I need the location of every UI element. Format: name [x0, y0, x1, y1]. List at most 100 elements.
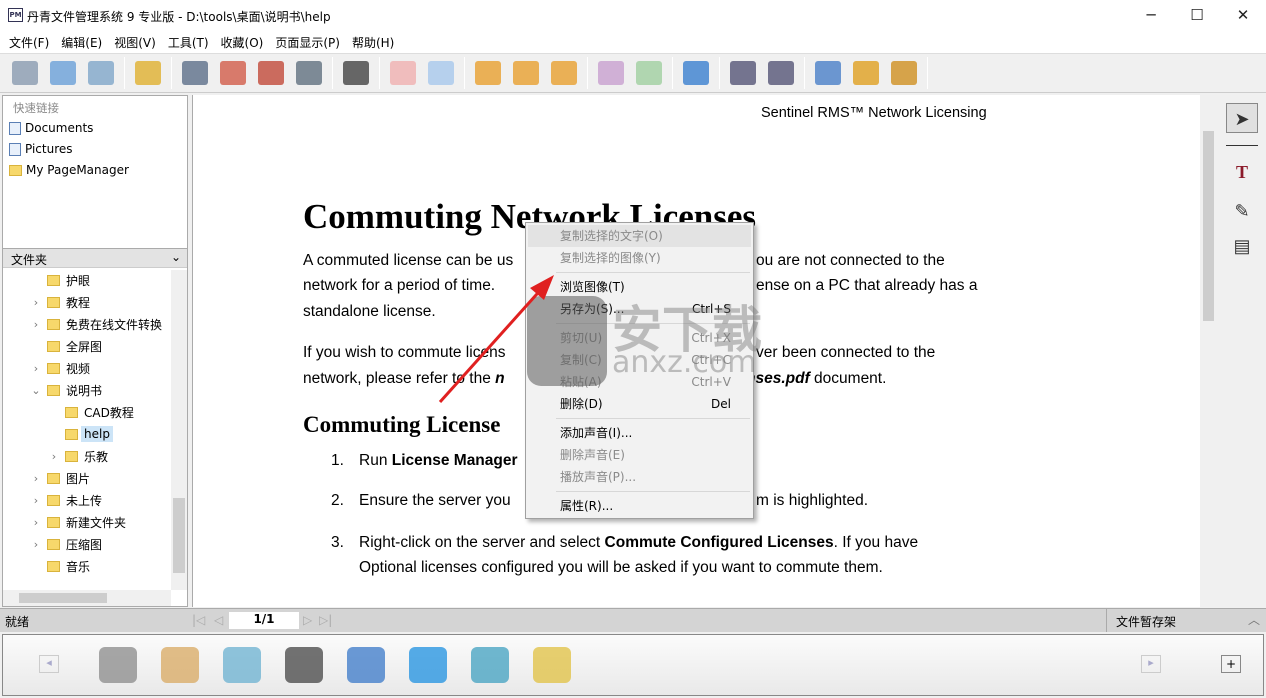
list-view-button[interactable]: [547, 56, 581, 90]
folder-tree-item[interactable]: › 视频: [29, 357, 93, 379]
menu-item[interactable]: 视图(V): [108, 32, 162, 53]
folder-tree-item[interactable]: ⌄ 说明书: [29, 379, 105, 401]
menu-item[interactable]: 帮助(H): [346, 32, 400, 53]
last-page-button[interactable]: ▷|: [319, 613, 332, 627]
binoculars-button[interactable]: [339, 56, 373, 90]
next-page-button[interactable]: ▷: [303, 613, 312, 627]
export-pdf-button[interactable]: [216, 56, 250, 90]
context-menu-item[interactable]: 删除声音(E): [528, 444, 751, 466]
chevron-down-icon[interactable]: ⌄: [29, 384, 43, 397]
chevron-up-icon[interactable]: ︿: [1248, 611, 1260, 628]
quick-link[interactable]: Documents: [9, 118, 93, 138]
document-vertical-scrollbar[interactable]: [1200, 95, 1217, 607]
folder-tree-item[interactable]: › 压缩图: [29, 533, 105, 555]
menu-item[interactable]: 页面显示(P): [269, 32, 346, 53]
page-number-field[interactable]: 1/1: [229, 612, 299, 629]
pointer-icon[interactable]: ➤: [1226, 103, 1258, 133]
prev-page-button[interactable]: ◁: [214, 613, 223, 627]
folder-tree-item[interactable]: CAD教程: [47, 401, 137, 423]
move-left-button[interactable]: [386, 56, 420, 90]
close-button[interactable]: ✕: [1220, 0, 1266, 32]
wordpad-icon[interactable]: [347, 647, 385, 683]
dock-scroll-right-button[interactable]: ▸: [1141, 655, 1161, 673]
context-menu-item[interactable]: 播放声音(P)...: [528, 466, 751, 488]
folder-tree-item[interactable]: › 教程: [29, 291, 93, 313]
folder-icon: [47, 538, 60, 550]
folder-icon: [65, 406, 78, 418]
save-button[interactable]: [178, 56, 212, 90]
stamp-icon[interactable]: ▤: [1226, 231, 1258, 261]
folder-tree-item[interactable]: 护眼: [29, 269, 93, 291]
folder-tree-item[interactable]: 音乐: [29, 555, 93, 577]
network-icon: [853, 61, 879, 85]
network-button[interactable]: [849, 56, 883, 90]
chevron-right-icon[interactable]: ›: [29, 362, 43, 375]
menu-item[interactable]: 收藏(O): [215, 32, 270, 53]
chevron-down-icon[interactable]: ⌄: [171, 250, 181, 264]
chevron-right-icon[interactable]: ›: [29, 494, 43, 507]
satellite-button[interactable]: [887, 56, 921, 90]
context-menu-item[interactable]: 属性(R)...: [528, 495, 751, 517]
folder-tree-item[interactable]: help: [47, 423, 113, 445]
paint-palette-icon[interactable]: [161, 647, 199, 683]
doc-heading-2: Commuting License: [303, 412, 501, 437]
convert-button[interactable]: [292, 56, 326, 90]
photo-editor-icon[interactable]: [533, 647, 571, 683]
folder-tree-item[interactable]: 全屏图: [29, 335, 105, 357]
notepad-icon[interactable]: [223, 647, 261, 683]
import-button[interactable]: [46, 56, 80, 90]
chevron-right-icon[interactable]: ›: [29, 318, 43, 331]
chevron-right-icon[interactable]: ›: [47, 450, 61, 463]
settings-button[interactable]: [811, 56, 845, 90]
export-xps-button[interactable]: [254, 56, 288, 90]
remote-desktop-icon[interactable]: [471, 647, 509, 683]
dock-scroll-left-button[interactable]: ◂: [39, 655, 59, 673]
first-page-button[interactable]: |◁: [192, 613, 205, 627]
folder-tree-item[interactable]: › 新建文件夹: [29, 511, 129, 533]
dock-add-button[interactable]: +: [1221, 655, 1241, 673]
browser-button[interactable]: [679, 56, 713, 90]
folder-horizontal-scrollbar[interactable]: [3, 590, 171, 606]
printer-icon[interactable]: [285, 647, 323, 683]
scrollbar-thumb[interactable]: [173, 498, 185, 573]
chevron-right-icon[interactable]: ›: [29, 296, 43, 309]
menu-item[interactable]: 编辑(E): [55, 32, 108, 53]
menu-item[interactable]: 文件(F): [3, 32, 55, 53]
folder-vertical-scrollbar[interactable]: [171, 270, 187, 590]
folder-label: CAD教程: [84, 405, 134, 420]
folder-tree-item[interactable]: › 免费在线文件转换: [29, 313, 165, 335]
folder-tree-item[interactable]: › 乐教: [47, 445, 111, 467]
internet-explorer-icon[interactable]: [409, 647, 447, 683]
context-menu-item[interactable]: 删除(D) Del: [528, 393, 751, 415]
folder-tree-item[interactable]: › 图片: [29, 467, 93, 489]
zoom-out-button[interactable]: [726, 56, 760, 90]
window-view-button[interactable]: [594, 56, 628, 90]
text-tool-icon[interactable]: T: [1226, 157, 1258, 187]
minimize-button[interactable]: ─: [1128, 0, 1174, 32]
context-menu-item[interactable]: 添加声音(I)...: [528, 422, 751, 444]
folder-tree-item[interactable]: › 未上传: [29, 489, 105, 511]
scanner-button[interactable]: [8, 56, 42, 90]
lightning-button[interactable]: [131, 56, 165, 90]
chevron-right-icon[interactable]: ›: [29, 538, 43, 551]
move-right-button[interactable]: [424, 56, 458, 90]
thumbnail-view-button[interactable]: [471, 56, 505, 90]
page-view-button[interactable]: [509, 56, 543, 90]
maximize-button[interactable]: ☐: [1174, 0, 1220, 32]
toolbar-divider: [927, 57, 928, 89]
quick-link[interactable]: Pictures: [9, 139, 73, 159]
context-menu-item[interactable]: 复制选择的文字(O): [528, 225, 751, 247]
zoom-in-button[interactable]: [764, 56, 798, 90]
scrollbar-thumb[interactable]: [19, 593, 107, 603]
ocr-button[interactable]: [632, 56, 666, 90]
folder-panel-header[interactable]: 文件夹 ⌄: [3, 248, 187, 268]
context-menu-item[interactable]: 复制选择的图像(Y): [528, 247, 751, 269]
batch-settings-button[interactable]: [84, 56, 118, 90]
chevron-right-icon[interactable]: ›: [29, 516, 43, 529]
menu-item[interactable]: 工具(T): [162, 32, 215, 53]
highlighter-icon[interactable]: ✎: [1226, 196, 1258, 226]
scrollbar-thumb[interactable]: [1203, 131, 1214, 321]
chevron-right-icon[interactable]: ›: [29, 472, 43, 485]
quick-link[interactable]: My PageManager: [9, 160, 129, 180]
fax-printer-icon[interactable]: [99, 647, 137, 683]
